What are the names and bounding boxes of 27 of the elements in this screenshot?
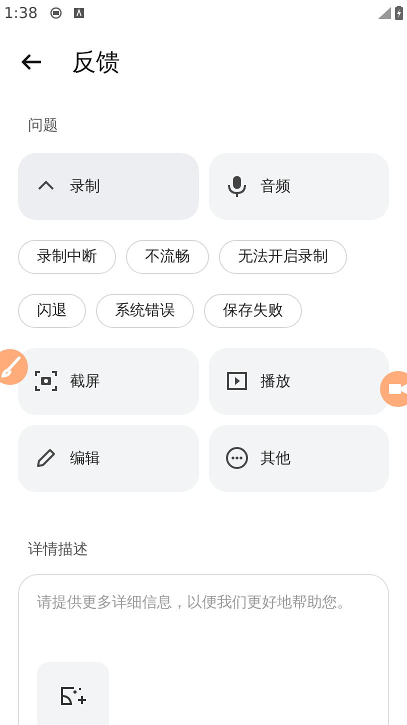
record-status-icon <box>50 7 62 19</box>
category-button[interactable]: 录制 <box>18 152 198 220</box>
add-image-button[interactable] <box>37 662 109 725</box>
category-button[interactable]: 编辑 <box>18 424 198 492</box>
option-chip[interactable]: 无法开启录制 <box>219 240 347 274</box>
category-button[interactable]: 截屏 <box>18 348 198 414</box>
more-icon <box>224 446 248 470</box>
pencil-icon <box>34 446 58 470</box>
option-chip[interactable]: 录制中断 <box>18 240 116 274</box>
category-button[interactable]: 其他 <box>208 424 389 492</box>
option-chip[interactable]: 不流畅 <box>126 240 209 274</box>
category-button[interactable]: 播放 <box>208 348 389 414</box>
battery-icon <box>395 6 403 20</box>
category-button[interactable]: 音频 <box>208 152 389 220</box>
camera-frame-icon <box>34 369 58 393</box>
back-arrow-icon[interactable] <box>20 53 42 71</box>
keyboard-status-icon <box>74 8 84 18</box>
status-time: 1:38 <box>4 2 38 24</box>
section-label: 详情描述 <box>27 538 89 560</box>
option-chip[interactable]: 闪退 <box>18 294 86 328</box>
page-title: 反馈 <box>72 47 120 78</box>
option-chip[interactable]: 保存失败 <box>204 294 302 328</box>
section-label: 问题 <box>27 115 59 136</box>
signal-icon <box>378 7 391 19</box>
option-chip[interactable]: 系统错误 <box>96 294 194 328</box>
placeholder-text: 请提供更多详细信息，以便我们更好地帮助您。 <box>37 592 353 613</box>
play-icon <box>224 369 248 393</box>
